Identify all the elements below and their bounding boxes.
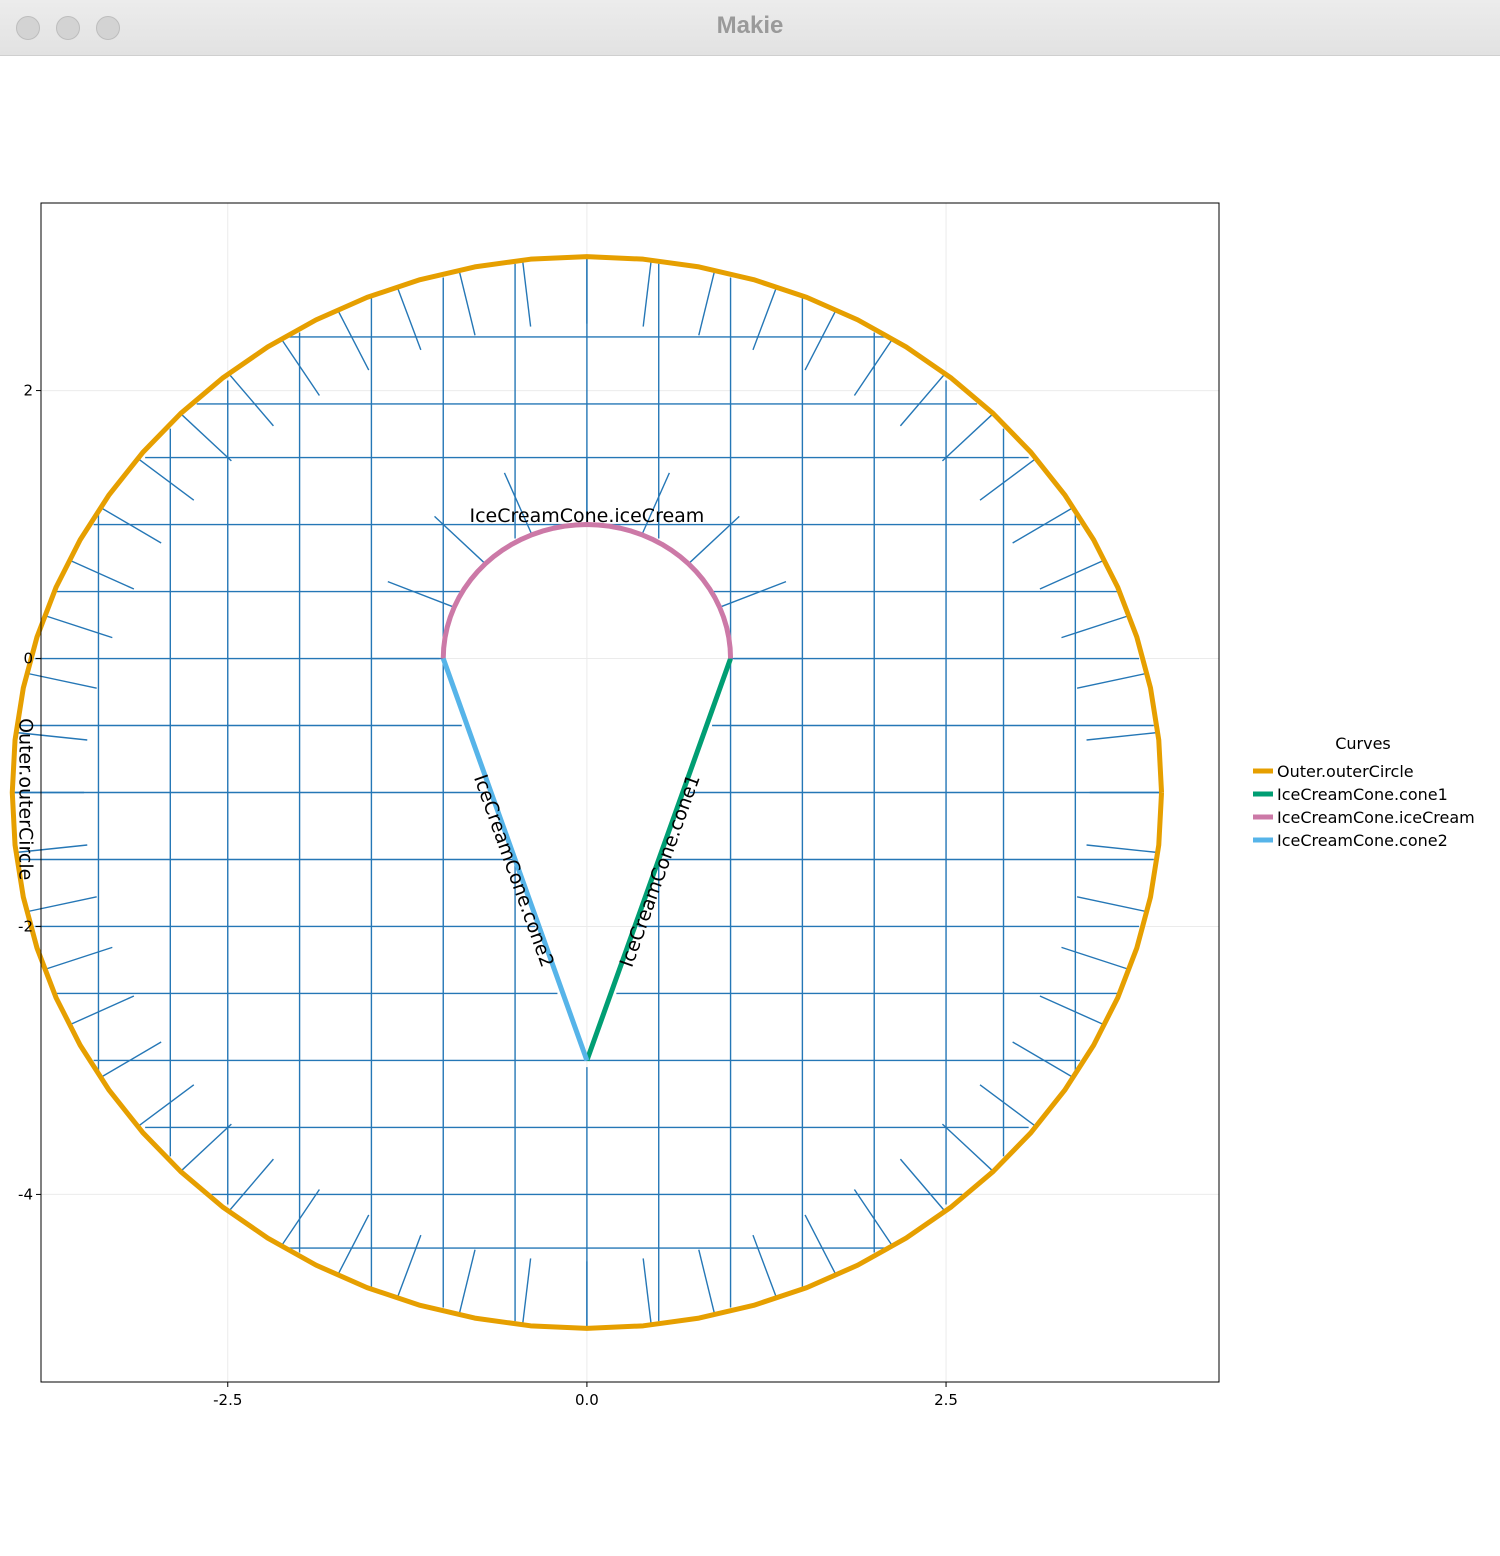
mesh-edge <box>458 269 476 336</box>
mesh-edge <box>68 995 135 1026</box>
window-title: Makie <box>716 12 784 39</box>
mesh-edge <box>941 1123 994 1172</box>
mesh-edge <box>1076 896 1148 913</box>
mesh-edge <box>26 896 97 913</box>
mesh-edge <box>1076 672 1148 689</box>
legend-title: Curves <box>1335 734 1391 753</box>
x-tick-label: 2.5 <box>934 1391 958 1409</box>
mesh-edge <box>853 338 894 396</box>
mesh-edge <box>1061 614 1130 639</box>
label-cone1: IceCreamCone.cone1 <box>616 772 705 970</box>
legend-entry-label: Outer.outerCircle <box>1277 762 1414 781</box>
mesh-edge <box>642 1258 652 1326</box>
mesh-edge <box>752 1234 778 1299</box>
mesh-edge <box>979 1084 1037 1128</box>
mesh-edge <box>941 413 994 462</box>
legend-entry-label: IceCreamCone.iceCream <box>1277 808 1475 827</box>
mesh-edge <box>698 1249 716 1316</box>
mesh-edge <box>44 946 113 971</box>
mesh-edge <box>642 259 652 327</box>
mesh-edge <box>228 373 274 427</box>
mesh-edge <box>396 286 422 351</box>
legend-entry-label: IceCreamCone.cone1 <box>1277 785 1448 804</box>
mesh-edge <box>68 559 135 590</box>
mesh-edge <box>1061 946 1130 971</box>
mesh-edge <box>137 1084 195 1128</box>
mesh-edge <box>336 309 370 371</box>
mesh-edge <box>521 1258 532 1326</box>
mesh-edge <box>228 1158 274 1212</box>
mesh-edge <box>137 457 195 501</box>
mesh-edge <box>853 1189 894 1247</box>
mesh-edge <box>180 1123 232 1172</box>
mesh-edge <box>336 1214 370 1276</box>
mesh-edge <box>1086 731 1158 741</box>
y-tick-label: 0 <box>23 650 33 668</box>
mesh-edge <box>899 1158 946 1212</box>
mesh-edge <box>899 373 946 427</box>
mesh-edge <box>26 672 97 689</box>
curve-labels: IceCreamCone.iceCream IceCreamCone.cone2 I… <box>14 505 704 970</box>
x-tick-label: -2.5 <box>213 1391 242 1409</box>
label-cone2: IceCreamCone.cone2 <box>469 772 558 970</box>
mesh-edge <box>719 580 787 608</box>
y-tick-label: 2 <box>23 382 33 400</box>
mesh-edge <box>280 1189 320 1247</box>
label-outer: Outer.outerCircle <box>14 718 36 880</box>
mesh-edge <box>1039 559 1105 590</box>
mesh-edge <box>280 338 320 396</box>
y-tick-label: -2 <box>18 917 33 935</box>
mesh-edge <box>804 309 837 371</box>
y-tick-label: -4 <box>18 1185 33 1203</box>
legend[interactable]: Curves Outer.outerCircle IceCreamCone.con… <box>1253 734 1475 850</box>
legend-entry-label: IceCreamCone.cone2 <box>1277 831 1448 850</box>
label-icecream: IceCreamCone.iceCream <box>469 505 704 527</box>
axis-ticks: -2.5 0.0 2.5 2 0 -2 -4 <box>18 382 958 1409</box>
mesh-edge <box>698 269 716 336</box>
mesh-edge <box>804 1214 837 1276</box>
mesh-edge <box>979 457 1037 501</box>
x-tick-label: 0.0 <box>575 1391 599 1409</box>
mesh-edge <box>1039 995 1105 1026</box>
mesh-edge <box>521 259 532 327</box>
mesh-edge <box>180 413 232 462</box>
mesh-edge <box>396 1234 422 1299</box>
mesh-edge <box>387 580 455 608</box>
makie-figure[interactable]: IceCreamCone.iceCream IceCreamCone.cone2 I… <box>0 56 1500 1556</box>
window-titlebar: Makie <box>0 0 1500 56</box>
mesh-edge <box>458 1249 476 1316</box>
mesh-edge <box>752 286 778 351</box>
mesh-edge <box>1086 844 1158 854</box>
mesh-edge <box>44 614 113 639</box>
